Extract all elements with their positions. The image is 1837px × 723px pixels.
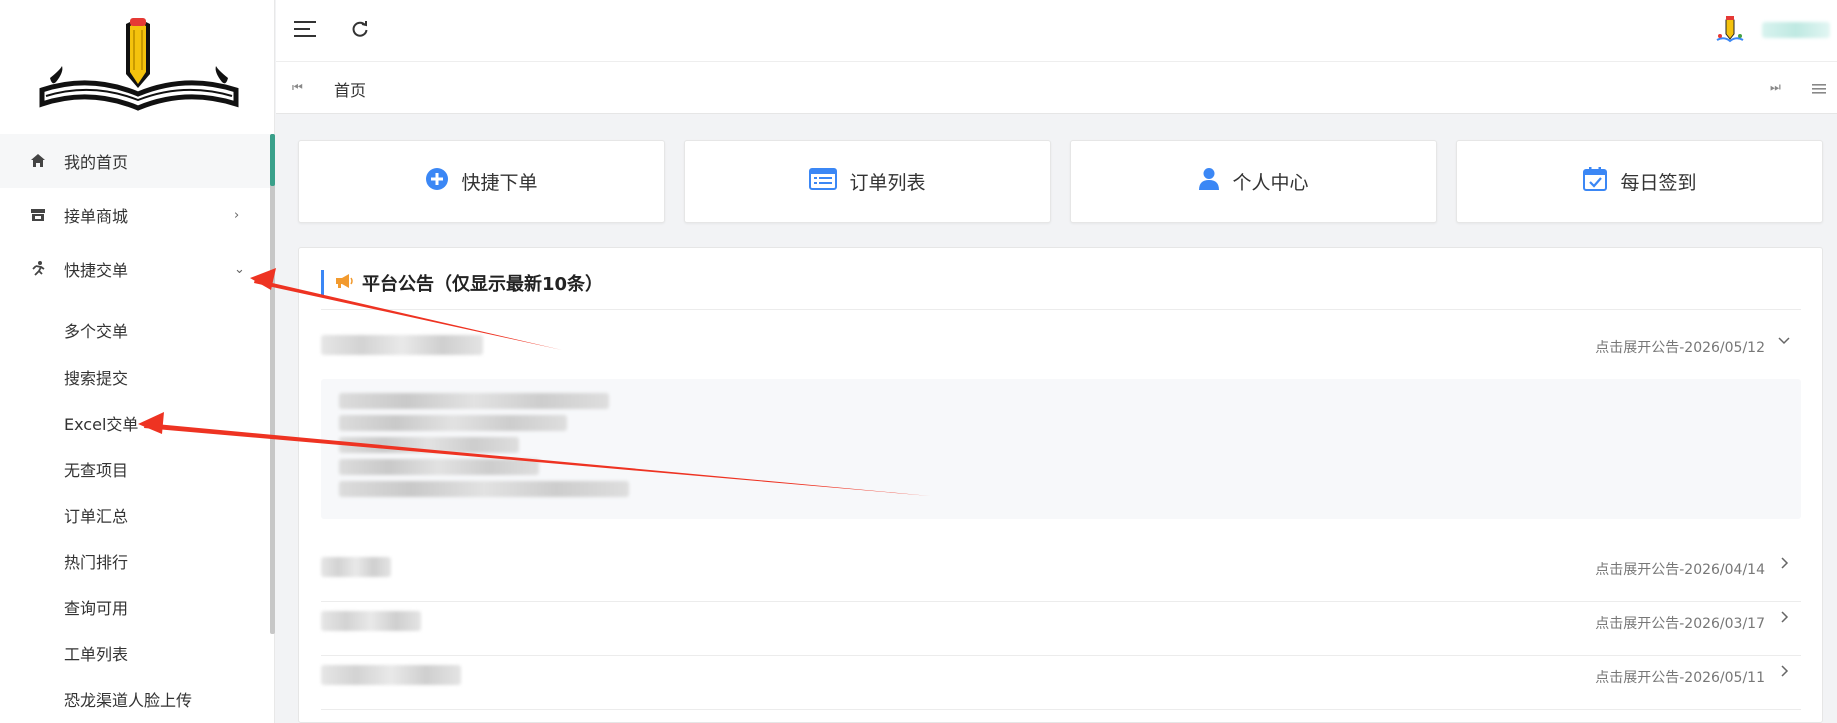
notice-panel: 平台公告（仅显示最新10条） 点击展开公告-2026/05/12 点击展开公告-… [298, 247, 1823, 723]
chevron-down-icon [1777, 333, 1791, 352]
sidebar-subitem[interactable]: 查询可用 [64, 595, 128, 619]
notice-date: 点击展开公告-2026/05/11 [1595, 670, 1765, 686]
skip-forward-icon[interactable]: ⏭ [1770, 80, 1781, 95]
notice-date: 点击展开公告-2026/03/17 [1595, 616, 1765, 632]
notice-title: 平台公告（仅显示最新10条） [321, 270, 603, 296]
quick-card-label: 快捷下单 [461, 172, 538, 194]
sidebar-item-home[interactable]: 我的首页 [0, 134, 270, 188]
notice-content-line [339, 459, 539, 475]
profile-card[interactable]: 个人中心 [1070, 140, 1437, 223]
tab-bar: ⏮ 首页 ⏭ [276, 62, 1837, 114]
sidebar-subitem[interactable]: 无查项目 [64, 457, 128, 481]
sidebar-subitem[interactable]: 热门排行 [64, 549, 128, 573]
notice-title-blurred [321, 335, 483, 355]
notice-date: 点击展开公告-2026/05/12 [1595, 340, 1765, 356]
daily-checkin-card[interactable]: 每日签到 [1456, 140, 1823, 223]
notice-content-line [339, 393, 609, 409]
divider [321, 709, 1801, 710]
notice-title-text: 平台公告（仅显示最新10条） [362, 274, 604, 295]
notice-content [321, 379, 1801, 519]
user-icon [1198, 167, 1220, 196]
sidebar-subitem[interactable]: 订单汇总 [64, 503, 128, 527]
sidebar-subitem[interactable]: Excel交单 [64, 411, 138, 435]
divider [321, 309, 1801, 310]
chevron-right-icon [1777, 555, 1791, 574]
skip-back-icon[interactable]: ⏮ [292, 80, 303, 95]
quick-card-label: 个人中心 [1232, 172, 1309, 194]
quick-card-label: 订单列表 [849, 172, 926, 194]
list-card-icon [809, 167, 838, 196]
list-menu-icon[interactable] [1812, 80, 1826, 94]
sidebar-item-label: 接单商城 [64, 207, 129, 226]
sidebar-subitem[interactable]: 恐龙渠道人脸上传 [64, 687, 192, 711]
notice-title-blurred [321, 557, 391, 577]
chevron-right-icon [1777, 609, 1791, 628]
calendar-check-icon [1582, 166, 1608, 197]
sidebar-subitem[interactable]: 搜索提交 [64, 365, 128, 389]
logo [39, 18, 239, 111]
sidebar-active-indicator [270, 134, 275, 186]
chevron-right-icon [1777, 663, 1791, 682]
sidebar-subitem[interactable]: 工单列表 [64, 641, 128, 665]
sidebar-item-store[interactable]: 接单商城 › [0, 188, 270, 242]
notice-content-line [339, 437, 519, 453]
order-list-card[interactable]: 订单列表 [684, 140, 1051, 223]
runner-icon [28, 259, 48, 279]
quick-order-card[interactable]: 快捷下单 [298, 140, 665, 223]
username[interactable] [1762, 22, 1830, 38]
notice-content-line [339, 481, 629, 497]
notice-row[interactable]: 点击展开公告-2026/03/17 [321, 596, 1801, 648]
refresh-icon[interactable] [350, 19, 370, 39]
plus-circle-icon [425, 167, 449, 196]
notice-title-blurred [321, 665, 461, 685]
notice-row[interactable]: 点击展开公告-2026/05/11 [321, 650, 1801, 702]
sidebar-item-label: 快捷交单 [64, 261, 129, 280]
home-icon [28, 151, 48, 171]
sidebar-subitem[interactable]: 多个交单 [64, 318, 128, 342]
notice-row[interactable]: 点击展开公告-2026/05/12 [321, 320, 1801, 372]
sidebar-item-quick-submit[interactable]: 快捷交单 ⌄ [0, 242, 270, 296]
sidebar-item-label: 我的首页 [64, 153, 129, 172]
sidebar-scrollbar[interactable] [270, 134, 275, 634]
tab-home[interactable]: 首页 [334, 77, 366, 101]
notice-content-line [339, 415, 567, 431]
top-bar [276, 0, 1837, 62]
chevron-down-icon: ⌄ [234, 261, 245, 277]
sidebar: 我的首页 接单商城 › 快捷交单 ⌄ 多个交单 搜索提交 Excel交单 无查项… [0, 0, 275, 723]
quick-card-label: 每日签到 [1620, 172, 1697, 194]
notice-title-blurred [321, 611, 421, 631]
notice-row[interactable]: 点击展开公告-2026/04/14 [321, 542, 1801, 594]
hamburger-icon[interactable] [294, 20, 316, 38]
avatar-icon[interactable] [1714, 14, 1746, 46]
notice-date: 点击展开公告-2026/04/14 [1595, 562, 1765, 578]
chevron-right-icon: › [234, 207, 240, 223]
megaphone-icon [334, 273, 354, 294]
store-icon [28, 205, 48, 225]
